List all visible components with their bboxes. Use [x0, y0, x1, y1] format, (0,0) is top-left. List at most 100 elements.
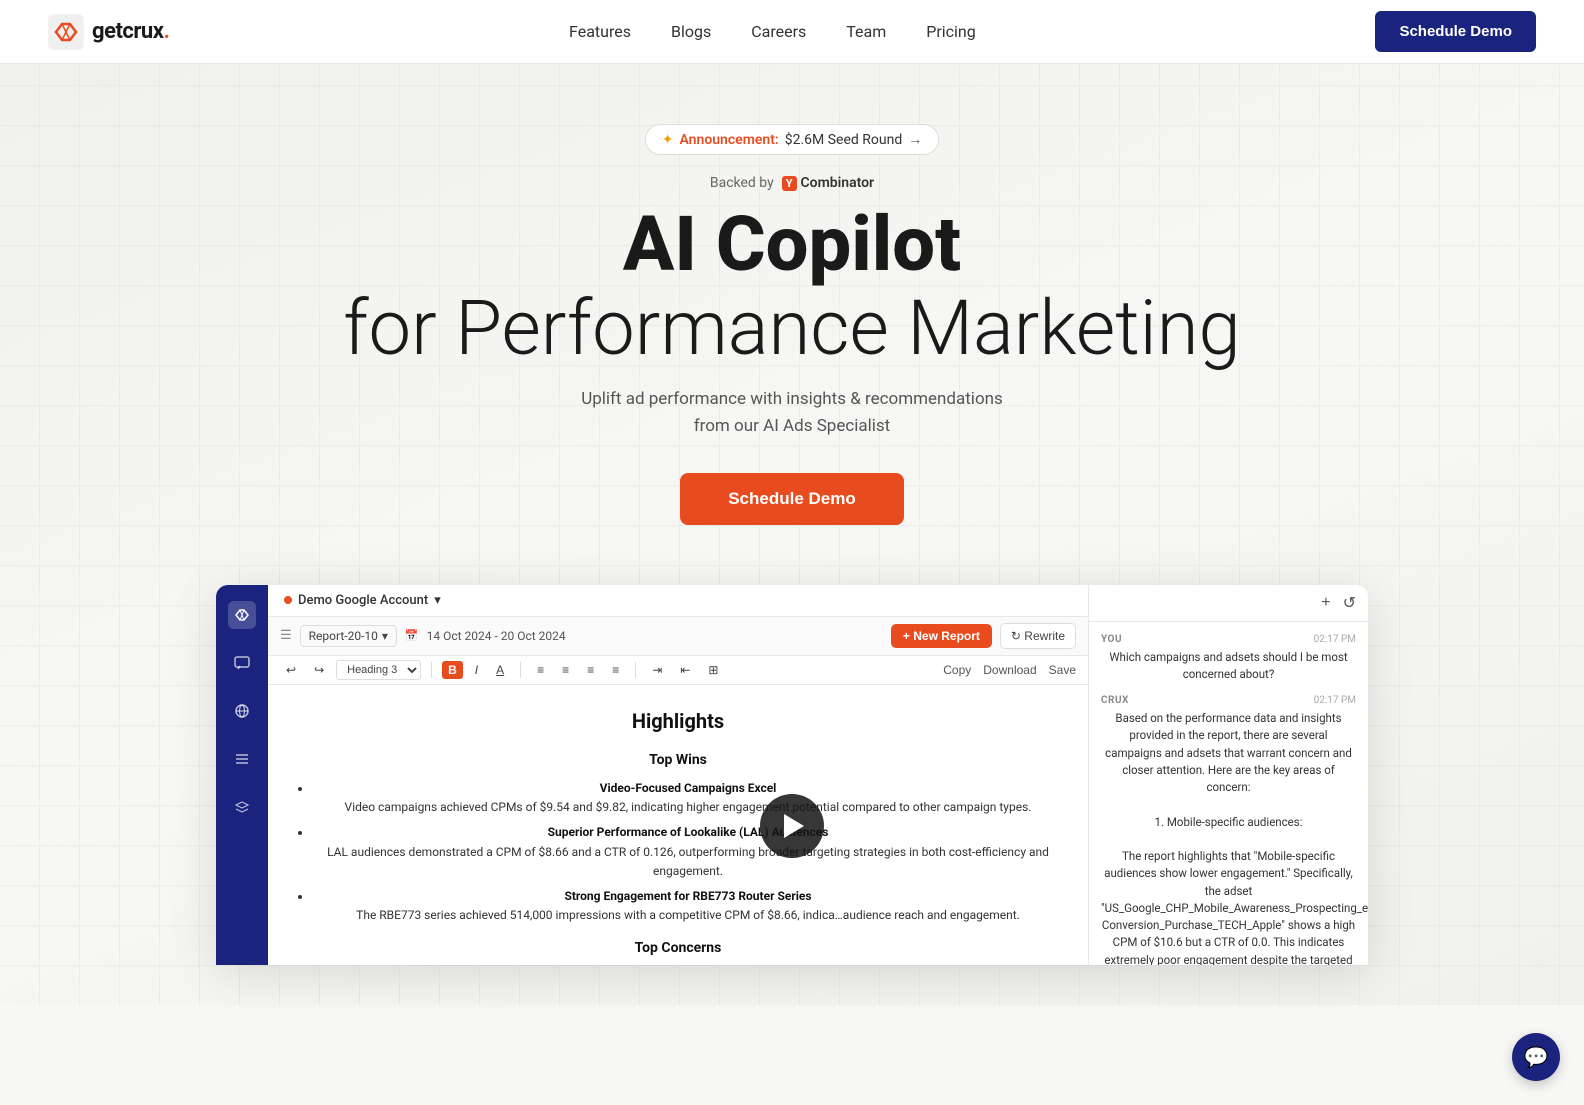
hamburger-icon: ☰	[280, 628, 292, 643]
hero-headline-bold: AI Copilot	[623, 199, 961, 289]
backed-by-text: Backed by	[710, 175, 774, 191]
underline-button[interactable]: A	[490, 661, 510, 679]
chat-support-icon: 💬	[1524, 1045, 1549, 1069]
image-button[interactable]: ⊞	[702, 661, 724, 679]
doc-win-3-title: Strong Engagement for RBE773 Router Seri…	[564, 889, 811, 903]
announcement-pill[interactable]: ✦ Announcement: $2.6M Seed Round →	[645, 124, 939, 155]
new-report-button[interactable]: + New Report	[891, 624, 992, 648]
app-main-editor: Demo Google Account ▾ ☰ Report-20-10 ▾ 📅	[268, 585, 1088, 965]
document-content: Highlights Top Wins Video-Focused Campai…	[268, 685, 1088, 965]
logo-text: getcrux.	[92, 19, 169, 44]
align-left-button[interactable]: ≡	[531, 661, 550, 679]
app-report-toolbar: ☰ Report-20-10 ▾ 📅 14 Oct 2024 - 20 Oct …	[268, 617, 1088, 656]
chat-crux-time: 02:17 PM	[1314, 695, 1356, 706]
date-range-display: 14 Oct 2024 - 20 Oct 2024	[427, 629, 566, 643]
chat-crux-item-1: 1. Mobile-specific audiences:	[1155, 815, 1303, 829]
report-chevron-icon: ▾	[382, 629, 388, 643]
format-separator-2	[520, 662, 521, 678]
toolbar-left: ☰ Report-20-10 ▾ 📅 14 Oct 2024 - 20 Oct …	[280, 625, 883, 647]
toolbar-right: + New Report ↻ Rewrite	[891, 623, 1076, 649]
sidebar-menu-icon[interactable]	[228, 745, 256, 773]
play-button-overlay[interactable]	[760, 794, 824, 858]
chat-support-button[interactable]: 💬	[1512, 1033, 1560, 1081]
align-center-button[interactable]: ≡	[556, 661, 575, 679]
hero-section: ✦ Announcement: $2.6M Seed Round → Backe…	[0, 64, 1584, 1005]
chat-crux-sender: CRUX	[1101, 695, 1129, 706]
chat-crux-message: CRUX 02:17 PM Based on the performance d…	[1101, 695, 1356, 965]
hero-headline: AI Copilot for Performance Marketing	[20, 203, 1564, 370]
hero-subtitle: Uplift ad performance with insights & re…	[552, 386, 1032, 440]
nav-features[interactable]: Features	[569, 22, 631, 41]
sidebar-layers-icon[interactable]	[228, 793, 256, 821]
format-separator-3	[635, 662, 636, 678]
announcement-text: $2.6M Seed Round	[785, 132, 902, 148]
outdent-button[interactable]: ⇤	[674, 661, 696, 679]
copy-button[interactable]: Copy	[943, 663, 971, 677]
chat-user-message: YOU 02:17 PM Which campaigns and adsets …	[1101, 634, 1356, 684]
app-chat-panel: + ↺ YOU 02:17 PM Which campaigns and ads…	[1088, 585, 1368, 965]
date-range-text: 14 Oct 2024 - 20 Oct 2024	[427, 629, 566, 643]
nav-pricing[interactable]: Pricing	[926, 22, 976, 41]
chat-add-button[interactable]: +	[1321, 594, 1330, 612]
doc-win-1-text: Video campaigns achieved CPMs of $9.54 a…	[345, 800, 1032, 814]
italic-button[interactable]: I	[469, 661, 484, 679]
report-name: Report-20-10	[309, 629, 378, 643]
chat-user-bubble: Which campaigns and adsets should I be m…	[1101, 649, 1356, 684]
backed-by: Backed by Y Combinator	[20, 175, 1564, 191]
combinator-text: Combinator	[801, 175, 875, 191]
logo[interactable]: getcrux.	[48, 14, 169, 50]
account-name: Demo Google Account	[298, 593, 428, 608]
doc-top-wins-heading: Top Wins	[292, 749, 1064, 771]
sidebar-globe-icon[interactable]	[228, 697, 256, 725]
schedule-demo-hero-button[interactable]: Schedule Demo	[680, 473, 904, 525]
nav-links: Features Blogs Careers Team Pricing	[569, 22, 976, 41]
sidebar-chat-icon[interactable]	[228, 649, 256, 677]
doc-win-2: Superior Performance of Lookalike (LAL) …	[312, 823, 1064, 881]
announcement-arrow-icon: →	[908, 131, 922, 148]
chat-crux-bubble: Based on the performance data and insigh…	[1101, 710, 1356, 965]
chat-user-sender: YOU	[1101, 634, 1122, 645]
chat-messages: YOU 02:17 PM Which campaigns and adsets …	[1089, 622, 1368, 965]
chat-user-msg-header: YOU 02:17 PM	[1101, 634, 1356, 645]
bold-button[interactable]: B	[442, 661, 463, 679]
save-button[interactable]: Save	[1049, 663, 1076, 677]
doc-top-wins-list: Video-Focused Campaigns Excel Video camp…	[292, 779, 1064, 925]
doc-win-3: Strong Engagement for RBE773 Router Seri…	[312, 887, 1064, 925]
redo-button[interactable]: ↪	[308, 661, 330, 679]
format-separator-1	[431, 662, 432, 678]
chat-user-time: 02:17 PM	[1314, 634, 1356, 645]
app-demo-wrapper: Demo Google Account ▾ ☰ Report-20-10 ▾ 📅	[192, 585, 1392, 965]
heading-select[interactable]: Heading 3	[336, 660, 421, 680]
chat-history-button[interactable]: ↺	[1343, 593, 1356, 613]
nav-blogs[interactable]: Blogs	[671, 22, 711, 41]
sidebar-logo-icon[interactable]	[228, 601, 256, 629]
undo-button[interactable]: ↩	[280, 661, 302, 679]
chat-crux-msg-header: CRUX 02:17 PM	[1101, 695, 1356, 706]
navbar: getcrux. Features Blogs Careers Team Pri…	[0, 0, 1584, 64]
format-bar: ↩ ↪ Heading 3 B I A ≡ ≡ ≡ ≡ ⇥ ⇤ ⊞	[268, 656, 1088, 685]
rewrite-button[interactable]: ↻ Rewrite	[1000, 623, 1076, 649]
yc-combinator-badge: Y Combinator	[782, 175, 874, 191]
account-selector[interactable]: Demo Google Account ▾	[284, 593, 441, 608]
schedule-demo-nav-button[interactable]: Schedule Demo	[1375, 11, 1536, 52]
app-topbar: Demo Google Account ▾	[268, 585, 1088, 617]
indent-button[interactable]: ⇥	[646, 661, 668, 679]
toolbar-actions: Copy Download Save	[943, 663, 1076, 677]
align-justify-button[interactable]: ≡	[606, 661, 625, 679]
doc-win-3-text: The RBE773 series achieved 514,000 impre…	[356, 908, 1020, 922]
align-right-button[interactable]: ≡	[581, 661, 600, 679]
download-button[interactable]: Download	[983, 663, 1036, 677]
chat-topbar: + ↺	[1089, 585, 1368, 622]
announcement-star-icon: ✦	[662, 132, 674, 148]
doc-highlights-heading: Highlights	[292, 705, 1064, 737]
logo-icon	[48, 14, 84, 50]
nav-team[interactable]: Team	[846, 22, 886, 41]
nav-careers[interactable]: Careers	[751, 22, 806, 41]
doc-win-1: Video-Focused Campaigns Excel Video camp…	[312, 779, 1064, 817]
chat-crux-text-2: The report highlights that "Mobile-speci…	[1101, 849, 1368, 965]
announcement-label: Announcement:	[680, 132, 779, 148]
yc-small-icon: Y	[782, 176, 797, 191]
doc-win-2-text: LAL audiences demonstrated a CPM of $8.6…	[327, 845, 1049, 878]
app-sidebar	[216, 585, 268, 965]
report-selector[interactable]: Report-20-10 ▾	[300, 625, 397, 647]
